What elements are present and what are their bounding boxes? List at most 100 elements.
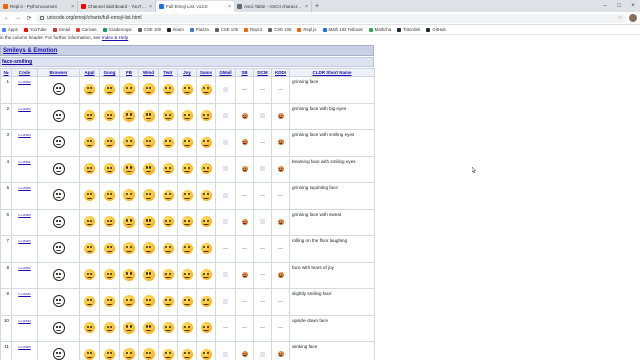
browser-tab[interactable]: Repl.it - Pythoncourse3 ×: [0, 1, 78, 12]
vendor-emoji-cell: [99, 129, 120, 157]
code-link[interactable]: U+1F643: [18, 319, 30, 323]
not-available-mark: —: [260, 298, 265, 305]
profile-avatar[interactable]: [629, 14, 637, 22]
code-link[interactable]: U+1F642: [18, 292, 30, 296]
column-header[interactable]: FB: [119, 68, 139, 77]
emoji-mouth: [56, 329, 61, 331]
maximize-button[interactable]: □: [612, 0, 626, 12]
column-header[interactable]: SB: [235, 68, 254, 77]
bookmark-item[interactable]: Canvas: [75, 27, 97, 32]
emoji-mouth: [86, 117, 93, 120]
code-link[interactable]: U+1F606: [18, 186, 30, 190]
column-header[interactable]: Code: [11, 68, 38, 77]
bookmark-item[interactable]: GitHub: [426, 27, 446, 32]
column-header[interactable]: Wind: [138, 68, 159, 77]
emoji-image: [162, 163, 174, 175]
bookmark-item[interactable]: Math 183 Tetbook: [322, 27, 363, 32]
code-link[interactable]: U+1F602: [18, 266, 30, 270]
emoji-image: [181, 348, 193, 360]
emoji-mouth: [279, 354, 282, 357]
bookmark-item[interactable]: Mathcha: [368, 27, 391, 32]
column-header[interactable]: Twtr: [158, 68, 178, 77]
emoji-mouth: [184, 170, 190, 173]
emoji-image: [104, 189, 115, 201]
tab-close-icon[interactable]: ×: [305, 4, 308, 10]
back-button[interactable]: ←: [3, 14, 11, 22]
bookmark-item[interactable]: CSE 100: [137, 27, 161, 32]
url-input[interactable]: unicode.org/emoji/charts/full-emoji-list…: [36, 13, 626, 23]
bookmark-item[interactable]: Gmail: [52, 27, 70, 32]
emoji-mouth: [184, 90, 190, 93]
index-help-link[interactable]: Index & Help: [102, 35, 128, 40]
emoji-image: [241, 351, 248, 358]
browser-tab[interactable]: Channel dashboard - YouTube Studio×: [78, 1, 156, 12]
emoji-mouth: [126, 276, 132, 279]
emoji-image: [200, 348, 212, 360]
cldr-name-cell: beaming face with smiling eyes: [289, 155, 375, 183]
emoji-image: [123, 189, 135, 202]
emoji-image: [84, 163, 95, 175]
close-window-button[interactable]: ×: [626, 0, 640, 12]
emoji-mouth: [203, 143, 209, 146]
column-header[interactable]: Browser: [37, 68, 80, 77]
bookmark-item[interactable]: Ilearn: [167, 27, 184, 32]
column-header[interactable]: KDDI: [271, 68, 290, 77]
emoji-image: [142, 215, 155, 228]
bookmark-item[interactable]: Tritonlink: [397, 27, 420, 32]
vendor-emoji-cell: [79, 314, 100, 342]
code-link[interactable]: U+1F609: [18, 345, 30, 349]
emoji-image: [123, 242, 135, 255]
column-header[interactable]: Sams: [196, 68, 216, 77]
column-header[interactable]: Joy: [177, 68, 197, 77]
code-link[interactable]: U+1F604: [18, 133, 30, 137]
bookmark-item[interactable]: Piazza: [189, 27, 209, 32]
code-link[interactable]: U+1F600: [18, 80, 30, 84]
vendor-emoji-cell: [158, 155, 178, 183]
bookmark-item[interactable]: Gradescope: [102, 27, 132, 32]
emoji-mouth: [86, 143, 93, 146]
vendor-emoji-cell: [79, 235, 100, 263]
column-header[interactable]: CLDR Short Name: [289, 68, 375, 77]
bookmark-item[interactable]: Repl.it: [243, 27, 262, 32]
emoji-mouth: [86, 249, 93, 252]
section-title-link[interactable]: Smileys & Emotion: [3, 48, 57, 54]
tab-close-icon[interactable]: ×: [71, 4, 74, 10]
browser-tab[interactable]: Full Emoji List, v13.0 ×: [156, 1, 234, 12]
code-link[interactable]: U+1F923: [18, 239, 30, 243]
bookmark-favicon-icon: [397, 27, 402, 32]
vendor-emoji-cell: [138, 102, 159, 130]
code-link[interactable]: U+1F601: [18, 160, 30, 164]
column-header[interactable]: GMail: [215, 68, 236, 77]
subsection-title-link[interactable]: face-smiling: [2, 59, 32, 65]
column-header[interactable]: DCM: [253, 68, 272, 77]
vendor-emoji-cell: [138, 182, 159, 210]
bookmark-item[interactable]: Apps: [2, 27, 18, 32]
code-link[interactable]: U+1F603: [18, 107, 30, 111]
bookmark-item[interactable]: CSE 105: [268, 27, 291, 32]
emoji-mouth: [126, 329, 132, 332]
tab-close-icon[interactable]: ×: [149, 4, 152, 10]
browser-tab[interactable]: Ascii Table - ASCII character codes×: [234, 1, 312, 12]
reload-button[interactable]: ⟳: [25, 14, 33, 22]
emoji-mouth: [203, 302, 209, 305]
vendor-emoji-cell: [119, 182, 139, 210]
forward-button[interactable]: →: [14, 14, 22, 22]
column-header[interactable]: Goog: [99, 68, 120, 77]
new-tab-button[interactable]: +: [312, 1, 322, 12]
bookmark-star-icon[interactable]: ☆: [618, 15, 622, 21]
code-link[interactable]: U+1F605: [18, 213, 30, 217]
minimize-button[interactable]: –: [598, 0, 612, 12]
emoji-mouth: [86, 196, 93, 199]
vendor-emoji-cell: [79, 208, 100, 236]
tab-close-icon[interactable]: ×: [228, 4, 231, 10]
column-header[interactable]: №: [0, 68, 12, 77]
vendor-emoji-cell: [215, 208, 236, 236]
vendor-emoji-cell: [158, 208, 178, 236]
column-header[interactable]: Appl: [79, 68, 100, 77]
vendor-emoji-cell: [253, 341, 272, 360]
bookmark-item[interactable]: YouTube: [23, 27, 47, 32]
vendor-emoji-cell: [119, 155, 139, 183]
bookmark-item[interactable]: Repl.js: [297, 27, 317, 32]
vendor-emoji-cell: [177, 341, 197, 360]
bookmark-item[interactable]: CSE 105: [214, 27, 238, 32]
